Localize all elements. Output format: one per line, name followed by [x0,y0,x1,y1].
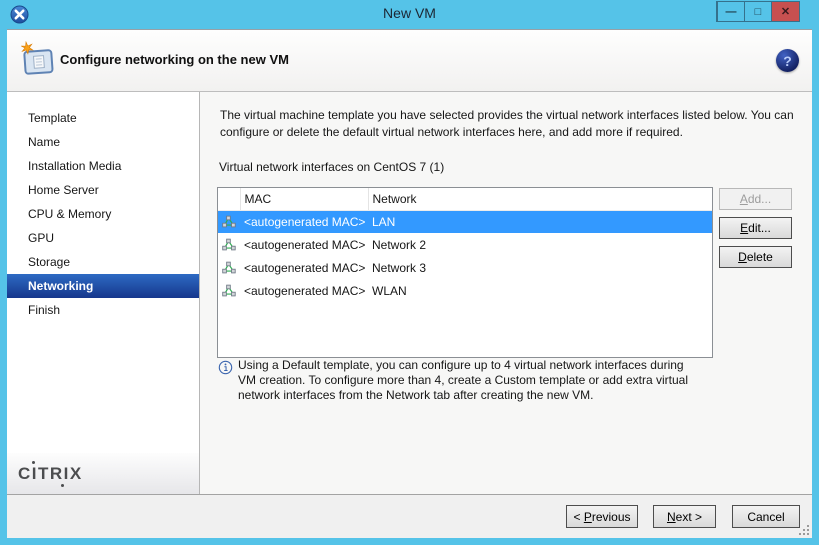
new-vm-icon [21,41,54,75]
network-cell: Network 2 [372,237,427,252]
sidebar-item-finish[interactable]: Finish [7,298,199,322]
table-row[interactable]: <autogenerated MAC> Network 2 [218,233,712,256]
sidebar-item-name[interactable]: Name [7,130,199,154]
sidebar-item-storage[interactable]: Storage [7,250,199,274]
network-icon [222,238,236,251]
mac-cell: <autogenerated MAC> [244,237,366,252]
title-bar[interactable]: New VM — □ ✕ [0,0,819,29]
delete-button[interactable]: Delete [719,246,792,268]
maximize-button[interactable]: □ [744,2,771,21]
vif-table-body: <autogenerated MAC> LAN <autogenerated M… [218,210,712,302]
page-title: Configure networking on the new VM [60,52,289,67]
logo-strip: CITRIX [7,453,199,495]
resize-grip[interactable] [799,525,809,535]
network-cell: LAN [368,210,712,233]
table-row[interactable]: <autogenerated MAC> WLAN [218,279,712,302]
edit-button[interactable]: Edit... [719,217,792,239]
network-cell: Network 3 [372,260,427,275]
network-column-header[interactable]: Network [368,188,712,211]
sidebar-item-home-server[interactable]: Home Server [7,178,199,202]
table-row[interactable]: <autogenerated MAC> LAN [218,210,712,233]
info-text: Using a Default template, you can config… [238,358,688,402]
citrix-logo: CITRIX [18,461,83,487]
cancel-button[interactable]: Cancel [732,505,800,528]
sidebar-item-networking[interactable]: Networking [7,274,199,298]
vif-table-header[interactable]: MAC Network [218,188,712,211]
next-button[interactable]: Next > [653,505,716,528]
footer-bar: < Previous Next > Cancel [7,494,812,538]
wizard-sidebar: Template Name Installation Media Home Serve… [7,92,200,495]
add-button[interactable]: Add... [719,188,792,210]
info-note: Using a Default template, you can config… [218,358,700,403]
sidebar-item-cpu-memory[interactable]: CPU & Memory [7,202,199,226]
mac-cell: <autogenerated MAC> [240,210,368,233]
table-row[interactable]: <autogenerated MAC> Network 3 [218,256,712,279]
network-cell: WLAN [372,283,407,298]
vif-table: MAC Network <autogenerated MAC> LAN <aut… [217,187,713,358]
help-icon[interactable]: ? [776,49,799,72]
info-icon [218,360,233,375]
sidebar-item-gpu[interactable]: GPU [7,226,199,250]
vif-list-label: Virtual network interfaces on CentOS 7 (… [219,160,445,174]
window-controls: — □ ✕ [716,1,800,22]
network-icon [222,215,236,228]
mac-column-header[interactable]: MAC [240,188,369,211]
vif-action-buttons: Add... Edit... Delete [719,188,792,268]
network-icon [222,284,236,297]
wizard-panel: Configure networking on the new VM ? Tem… [7,29,812,538]
mac-cell: <autogenerated MAC> [244,283,366,298]
icon-column-header[interactable] [218,188,241,211]
close-button[interactable]: ✕ [771,2,799,21]
wizard-header: Configure networking on the new VM ? [7,30,812,92]
window-title: New VM [383,5,436,21]
sidebar-item-template[interactable]: Template [7,106,199,130]
page-description: The virtual machine template you have se… [220,108,794,139]
wizard-steps: Template Name Installation Media Home Serve… [7,92,199,322]
previous-button[interactable]: < Previous [566,505,638,528]
sidebar-item-installation-media[interactable]: Installation Media [7,154,199,178]
minimize-button[interactable]: — [717,2,744,21]
network-icon [222,261,236,274]
wizard-main: The virtual machine template you have se… [200,92,812,495]
mac-cell: <autogenerated MAC> [244,260,366,275]
